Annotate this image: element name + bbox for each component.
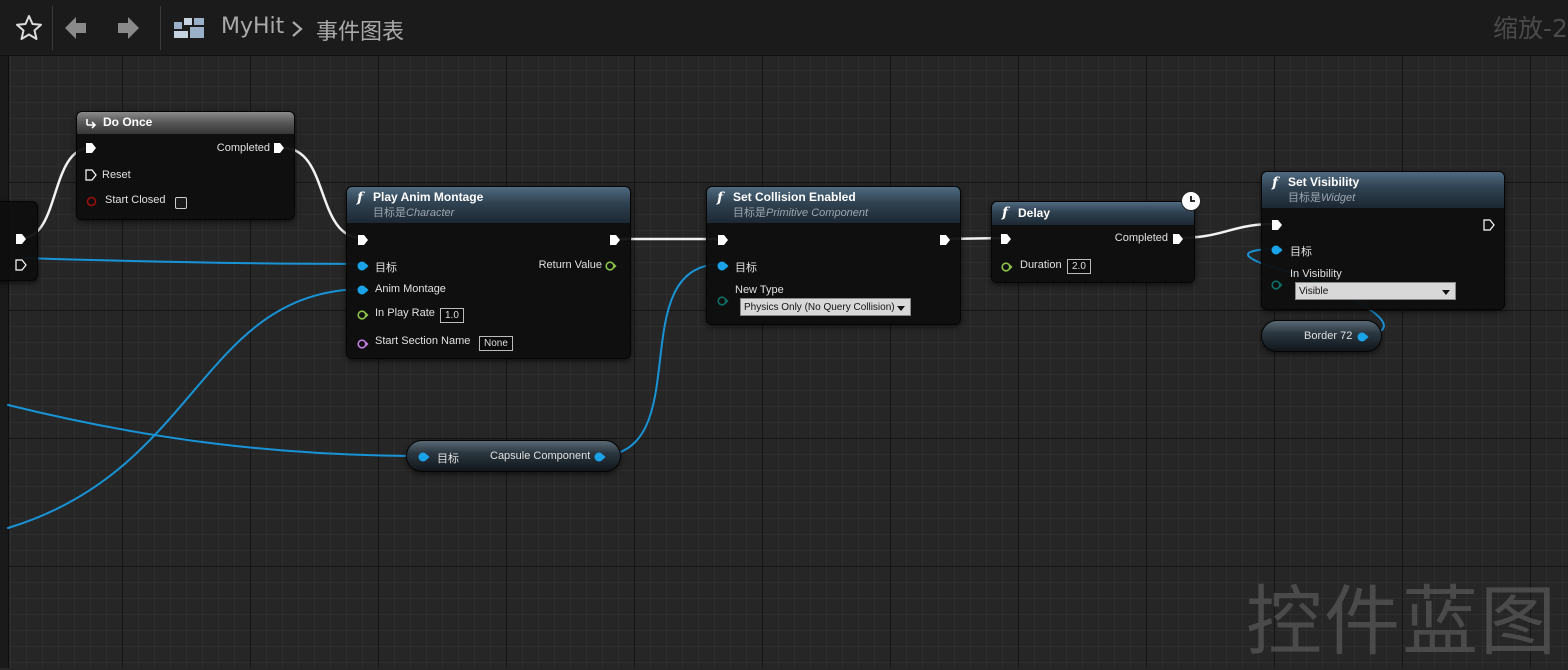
exec-in-pin[interactable] bbox=[357, 234, 369, 246]
pin-label-target: 目标 bbox=[735, 262, 757, 274]
node-title: Play Anim Montage bbox=[373, 190, 484, 204]
pin-label-capsule-component: Capsule Component bbox=[490, 450, 591, 462]
exec-out-pin[interactable] bbox=[15, 259, 27, 271]
function-icon: f bbox=[1002, 205, 1009, 221]
float-pin[interactable] bbox=[1001, 261, 1013, 273]
object-wire bbox=[7, 404, 424, 457]
object-wire bbox=[23, 257, 363, 265]
node-target-subtitle: 目标是Character bbox=[373, 207, 455, 219]
function-icon: f bbox=[1272, 175, 1279, 191]
pin-label-duration: Duration bbox=[1020, 259, 1062, 271]
pin-label-completed: Completed bbox=[216, 142, 270, 154]
node-title: Set Collision Enabled bbox=[733, 190, 856, 204]
object-pin[interactable] bbox=[357, 284, 369, 296]
node-title: Set Visibility bbox=[1288, 175, 1360, 189]
node-set-collision-enabled[interactable]: f Set Collision Enabled 目标是Primitive Com… bbox=[706, 186, 961, 325]
node-delay[interactable]: f Delay Completed Duration 2.0 bbox=[991, 201, 1195, 283]
in-visibility-value: Visible bbox=[1299, 286, 1329, 297]
dropdown-caret-icon bbox=[1442, 290, 1450, 295]
enum-pin[interactable] bbox=[717, 295, 729, 307]
object-in-pin[interactable] bbox=[418, 451, 430, 463]
start-closed-checkbox[interactable] bbox=[175, 197, 187, 209]
do-once-icon bbox=[86, 119, 97, 129]
duration-input[interactable]: 2.0 bbox=[1067, 259, 1091, 274]
exec-in-pin[interactable] bbox=[717, 234, 729, 246]
pin-label-anim-montage: Anim Montage bbox=[375, 283, 446, 295]
variable-label: Border 72 bbox=[1304, 330, 1353, 342]
new-type-value: Physics Only (No Query Collision) bbox=[744, 302, 895, 313]
object-out-pin[interactable] bbox=[1357, 331, 1369, 343]
exec-out-pin[interactable] bbox=[1172, 233, 1184, 245]
pin-label-target: 目标 bbox=[375, 262, 397, 274]
pin-label-in-play-rate: In Play Rate bbox=[375, 307, 435, 319]
pin-label-target: 目标 bbox=[1290, 246, 1312, 258]
node-target-subtitle: 目标是Primitive Component bbox=[733, 207, 869, 219]
pin-label-reset: Reset bbox=[102, 169, 131, 181]
exec-out-pin[interactable] bbox=[15, 233, 27, 245]
exec-out-pin[interactable] bbox=[609, 234, 621, 246]
node-title: Delay bbox=[1018, 206, 1051, 220]
node-title: Do Once bbox=[103, 115, 153, 129]
node-do-once[interactable]: Do Once Completed Reset Start Closed bbox=[76, 111, 295, 220]
object-wire bbox=[7, 288, 363, 529]
new-type-dropdown[interactable]: Physics Only (No Query Collision) bbox=[740, 298, 911, 316]
in-play-rate-input[interactable]: 1.0 bbox=[440, 308, 464, 323]
exec-in-pin[interactable] bbox=[85, 142, 97, 154]
enum-pin[interactable] bbox=[1271, 279, 1283, 291]
pin-label-completed: Completed bbox=[1114, 232, 1168, 244]
object-pin[interactable] bbox=[357, 260, 369, 272]
object-pin[interactable] bbox=[1271, 244, 1283, 256]
float-pin[interactable] bbox=[357, 309, 369, 321]
exec-out-pin[interactable] bbox=[1483, 219, 1495, 231]
exec-in-pin[interactable] bbox=[1000, 233, 1012, 245]
pin-label-in-visibility: In Visibility bbox=[1290, 268, 1342, 280]
pin-label-return-value: Return Value bbox=[538, 259, 602, 271]
object-out-pin[interactable] bbox=[594, 451, 606, 463]
latent-clock-icon bbox=[1181, 191, 1201, 211]
partial-node[interactable] bbox=[0, 201, 38, 281]
object-pin[interactable] bbox=[717, 260, 729, 272]
pin-label-target: 目标 bbox=[437, 453, 459, 465]
exec-in-pin[interactable] bbox=[1271, 219, 1283, 231]
float-pin[interactable] bbox=[605, 260, 617, 272]
function-icon: f bbox=[717, 190, 724, 206]
start-section-name-input[interactable]: None bbox=[479, 336, 513, 351]
exec-out-pin[interactable] bbox=[273, 142, 285, 154]
pin-label-new-type: New Type bbox=[735, 284, 784, 296]
pin-label-start-section-name: Start Section Name bbox=[375, 335, 471, 347]
node-set-visibility[interactable]: f Set Visibility 目标是Widget 目标 In Visibil… bbox=[1261, 171, 1505, 310]
pin-label-start-closed: Start Closed bbox=[105, 194, 166, 206]
function-icon: f bbox=[357, 190, 364, 206]
node-target-subtitle: 目标是Widget bbox=[1288, 192, 1356, 204]
exec-out-pin[interactable] bbox=[939, 234, 951, 246]
bool-pin[interactable] bbox=[86, 196, 97, 207]
node-get-capsule-component[interactable]: 目标 Capsule Component bbox=[406, 440, 621, 472]
name-pin[interactable] bbox=[357, 338, 369, 350]
exec-in-pin[interactable] bbox=[85, 169, 97, 181]
dropdown-caret-icon bbox=[897, 306, 905, 311]
widget-blueprint-watermark: 控件蓝图 bbox=[1246, 577, 1558, 666]
variable-node-border-72[interactable]: Border 72 bbox=[1261, 320, 1382, 352]
in-visibility-dropdown[interactable]: Visible bbox=[1295, 282, 1456, 300]
node-play-anim-montage[interactable]: f Play Anim Montage 目标是Character 目标 Retu… bbox=[346, 186, 631, 359]
